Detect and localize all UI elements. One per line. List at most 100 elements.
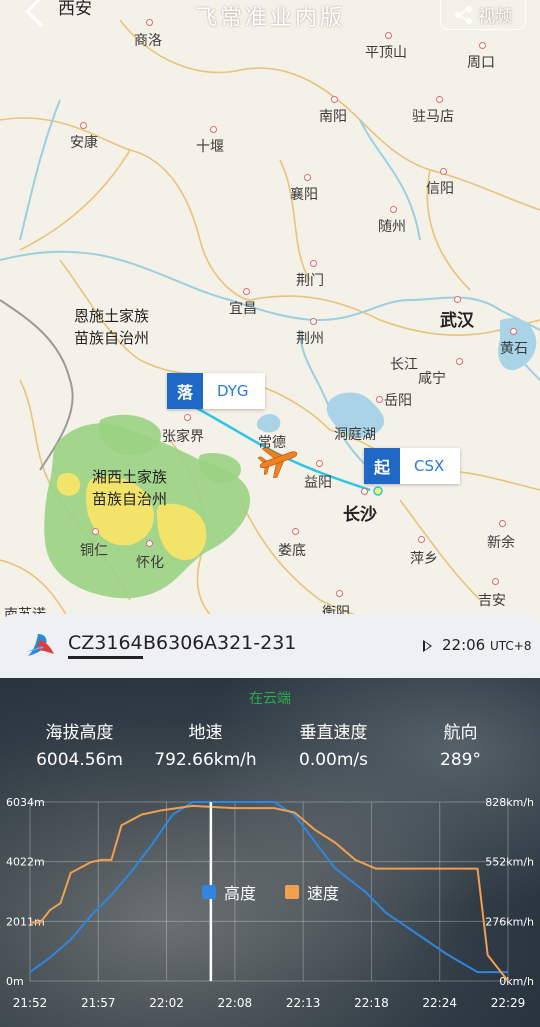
city-label: 娄底 bbox=[278, 528, 306, 560]
city-dot-icon bbox=[292, 528, 299, 535]
play-icon[interactable] bbox=[423, 640, 432, 652]
city-dot-icon bbox=[510, 328, 517, 335]
city-label: 十堰 bbox=[196, 126, 224, 156]
city-label: 周口 bbox=[467, 42, 495, 72]
city-label: 荆门 bbox=[296, 260, 324, 290]
altitude-swatch bbox=[202, 885, 216, 899]
city-dot-icon bbox=[492, 578, 499, 585]
y-left-tick-label: 0m bbox=[6, 975, 24, 988]
x-tick-label: 22:08 bbox=[218, 996, 253, 1010]
speed-swatch bbox=[285, 885, 299, 899]
city-dot-icon bbox=[146, 540, 153, 547]
city-dot-icon bbox=[361, 488, 368, 495]
city-dot-icon bbox=[243, 288, 250, 295]
time-value: 22:06 bbox=[442, 636, 486, 654]
city-label: 铜仁 bbox=[80, 528, 108, 560]
flight-map[interactable]: 商洛 平顶山 周口 安康 南阳 驻马店 十堰 信阳 襄阳 随州 荆门 宜昌 武汉… bbox=[0, 0, 540, 640]
x-tick-label: 21:57 bbox=[81, 996, 116, 1010]
flight-number[interactable]: CZ3164 bbox=[68, 632, 143, 659]
top-bar: 西安 飞常准业内版 视频 bbox=[0, 0, 540, 34]
series-line-speed bbox=[30, 804, 509, 982]
city-label: 黄石 bbox=[500, 328, 528, 358]
city-dot-icon bbox=[454, 296, 461, 303]
city-dot-icon bbox=[184, 414, 191, 421]
flight-stats-panel: 在云端 海拔高度 6004.56m 地速 792.66km/h 垂直速度 0.0… bbox=[0, 678, 540, 1027]
heading-label: 航向 bbox=[443, 723, 478, 743]
city-label: 宜昌 bbox=[229, 288, 257, 318]
x-tick-label: 22:24 bbox=[422, 996, 457, 1010]
city-label: 长江 bbox=[390, 357, 418, 373]
heading-value: 289° bbox=[440, 750, 481, 770]
vertical-speed-label: 垂直速度 bbox=[299, 723, 368, 743]
video-button[interactable]: 视频 bbox=[440, 0, 526, 30]
legend-altitude: 高度 bbox=[202, 880, 256, 904]
x-tick-label: 22:29 bbox=[491, 996, 526, 1010]
utc-offset: UTC+8 bbox=[490, 639, 532, 653]
city-dot-icon bbox=[436, 96, 443, 103]
x-tick-label: 21:52 bbox=[13, 996, 48, 1010]
altitude-value: 6004.56m bbox=[36, 750, 123, 770]
aircraft-type: A321-231 bbox=[204, 632, 297, 654]
aircraft-registration: B6306 bbox=[143, 632, 205, 654]
altitude-label: 海拔高度 bbox=[45, 723, 114, 743]
city-dot-icon bbox=[456, 358, 463, 365]
city-dot-icon bbox=[331, 96, 338, 103]
city-label: 益阳 bbox=[304, 460, 332, 492]
city-label: 萍乡 bbox=[410, 536, 438, 568]
city-dot-icon bbox=[310, 260, 317, 267]
city-dot-icon bbox=[440, 168, 447, 175]
city-label: 平顶山 bbox=[365, 32, 407, 62]
legend-speed: 速度 bbox=[285, 880, 339, 904]
city-label: 吉安 bbox=[478, 578, 506, 610]
city-dot-icon bbox=[499, 520, 506, 527]
city-label: 常德 bbox=[258, 435, 286, 451]
city-label: 长沙 bbox=[343, 488, 377, 525]
flight-phase: 在云端 bbox=[249, 691, 291, 707]
arrival-badge: 落 bbox=[167, 373, 203, 409]
ground-speed-label: 地速 bbox=[188, 723, 223, 743]
x-tick-label: 22:02 bbox=[149, 996, 184, 1010]
ground-speed-value: 792.66km/h bbox=[154, 750, 257, 770]
city-dot-icon bbox=[316, 460, 323, 467]
current-time: 22:06 UTC+8 bbox=[442, 636, 532, 654]
city-label: 武汉 bbox=[440, 296, 474, 331]
arrival-code: DYG bbox=[203, 373, 265, 409]
city-dot-icon bbox=[479, 42, 486, 49]
video-label: 视频 bbox=[478, 7, 512, 27]
city-label: 岳阳 bbox=[376, 390, 412, 410]
city-label: 新余 bbox=[487, 520, 515, 552]
city-dot-icon bbox=[310, 318, 317, 325]
city-dot-icon bbox=[418, 536, 425, 543]
flight-info-bar: CZ3164 B6306 A321-231 22:06 UTC+8 bbox=[0, 614, 540, 678]
altitude-speed-chart[interactable]: 21:52 21:57 22:02 22:08 22:13 22:18 22:24 22:29… bbox=[0, 788, 540, 1027]
city-dot-icon bbox=[376, 396, 383, 403]
x-tick-label: 22:18 bbox=[354, 996, 389, 1010]
city-dot-icon bbox=[304, 174, 311, 181]
legend-speed-label: 速度 bbox=[307, 884, 340, 903]
region-label: 湘西土家族 苗族自治州 bbox=[92, 468, 168, 508]
y-left-tick-label: 4022m bbox=[6, 856, 45, 869]
arrival-airport-tag[interactable]: 落 DYG bbox=[167, 373, 265, 409]
city-label: 咸宁 bbox=[418, 358, 463, 388]
city-label: 洞庭湖 bbox=[334, 427, 376, 443]
city-label: 信阳 bbox=[426, 168, 454, 198]
city-dot-icon bbox=[390, 206, 397, 213]
y-right-tick-label: 552km/h bbox=[485, 856, 534, 869]
city-dot-icon bbox=[336, 590, 343, 597]
city-label: 安康 bbox=[70, 122, 98, 152]
vertical-speed-value: 0.00m/s bbox=[299, 750, 368, 770]
city-dot-icon bbox=[92, 528, 99, 535]
departure-airport-tag[interactable]: 起 CSX bbox=[364, 448, 461, 484]
region-label: 恩施土家族 苗族自治州 bbox=[74, 307, 150, 347]
y-right-tick-label: 828km/h bbox=[485, 796, 534, 809]
legend-altitude-label: 高度 bbox=[224, 884, 257, 903]
city-label: 怀化 bbox=[136, 540, 164, 572]
departure-code: CSX bbox=[400, 448, 461, 484]
city-label: 随州 bbox=[378, 206, 406, 236]
city-label: 襄阳 bbox=[290, 174, 318, 204]
share-icon bbox=[455, 5, 472, 24]
airline-logo-icon bbox=[26, 634, 54, 656]
city-label: 张家界 bbox=[162, 414, 204, 446]
y-right-tick-label: 276km/h bbox=[485, 915, 534, 928]
series-line-altitude bbox=[29, 801, 508, 974]
